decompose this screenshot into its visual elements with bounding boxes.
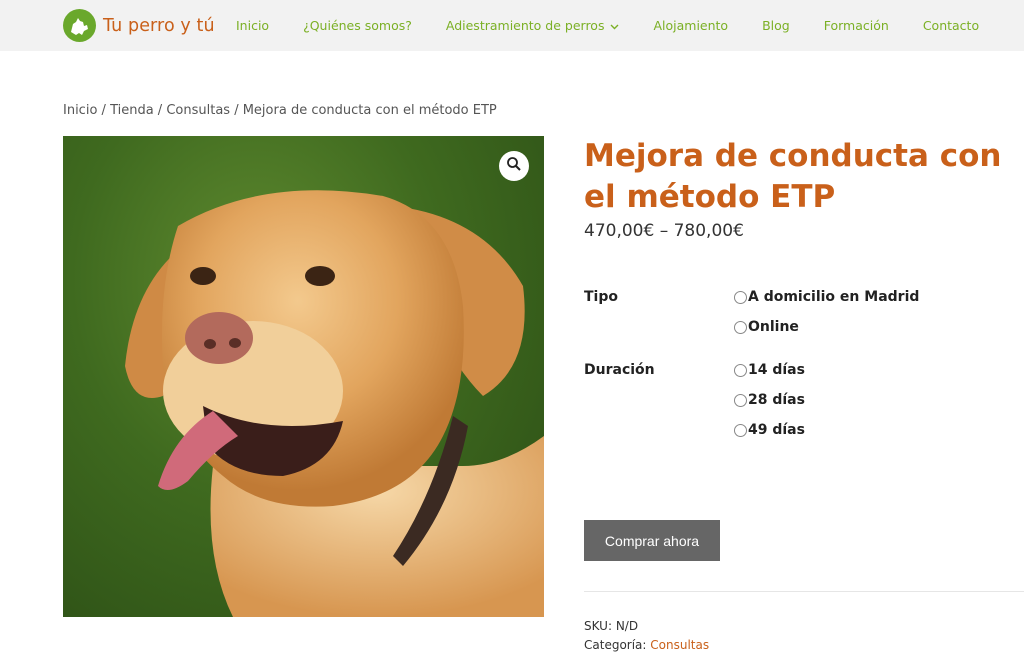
radio-button[interactable]	[734, 363, 747, 377]
magnifier-icon	[506, 156, 522, 176]
radio-option-label: A domicilio en Madrid	[748, 289, 920, 305]
breadcrumb-separator: /	[97, 103, 111, 118]
nav-item-formacion[interactable]: Formación	[824, 18, 889, 33]
nav-item-contacto[interactable]: Contacto	[923, 18, 979, 33]
zoom-button[interactable]	[499, 151, 529, 181]
radio-option-label: Online	[748, 319, 799, 335]
nav-item-alojamiento[interactable]: Alojamiento	[653, 18, 728, 33]
buy-now-button[interactable]: Comprar ahora	[584, 520, 720, 561]
nav-item-inicio[interactable]: Inicio	[236, 18, 269, 33]
radio-option-label: 14 días	[748, 362, 805, 378]
radio-button[interactable]	[734, 320, 747, 334]
product-category: Categoría: Consultas	[584, 638, 709, 652]
labrador-dog-photo	[125, 190, 544, 617]
radio-button[interactable]	[734, 393, 747, 407]
variation-label-tipo: Tipo	[584, 289, 618, 305]
nav-item-blog[interactable]: Blog	[762, 18, 790, 33]
site-logo[interactable]: Tu perro y tú	[63, 9, 215, 42]
radio-button[interactable]	[734, 423, 747, 437]
breadcrumb-current: Mejora de conducta con el método ETP	[242, 103, 497, 118]
breadcrumb-separator: /	[153, 103, 167, 118]
product-image[interactable]	[63, 136, 544, 617]
breadcrumb-link-tienda[interactable]: Tienda	[110, 103, 154, 118]
nav-item-adiestramiento[interactable]: Adiestramiento de perros	[446, 18, 620, 33]
category-link[interactable]: Consultas	[650, 638, 709, 652]
main-nav: Inicio ¿Quiénes somos? Adiestramiento de…	[236, 18, 1013, 33]
site-title[interactable]: Tu perro y tú	[103, 16, 215, 36]
category-label: Categoría:	[584, 638, 647, 652]
site-header: Tu perro y tú Inicio ¿Quiénes somos? Adi…	[0, 0, 1024, 51]
breadcrumb-link-consultas[interactable]: Consultas	[166, 103, 230, 118]
chevron-down-icon	[610, 18, 619, 33]
radio-option-label: 28 días	[748, 392, 805, 408]
breadcrumb: Inicio / Tienda / Consultas / Mejora de …	[63, 103, 497, 118]
nav-item-label: Adiestramiento de perros	[445, 18, 605, 33]
radio-option-28-dias[interactable]: 28 días	[734, 392, 805, 408]
radio-option-49-dias[interactable]: 49 días	[734, 422, 805, 438]
radio-option-14-dias[interactable]: 14 días	[734, 362, 805, 378]
variation-label-duracion: Duración	[584, 362, 655, 378]
product-title: Mejora de conducta con el método ETP	[584, 138, 1002, 215]
sku-label: SKU:	[584, 619, 612, 633]
product-price: 470,00€ – 780,00€	[584, 221, 744, 241]
radio-option-domicilio[interactable]: A domicilio en Madrid	[734, 289, 919, 305]
breadcrumb-link-inicio[interactable]: Inicio	[63, 103, 97, 118]
product-sku: SKU: N/D	[584, 619, 638, 633]
sku-value: N/D	[615, 619, 639, 633]
radio-option-online[interactable]: Online	[734, 319, 799, 335]
radio-button[interactable]	[734, 290, 747, 304]
dog-silhouette-icon	[63, 9, 96, 42]
radio-option-label: 49 días	[748, 422, 805, 438]
nav-item-quienes-somos[interactable]: ¿Quiénes somos?	[303, 18, 412, 33]
breadcrumb-separator: /	[230, 103, 243, 118]
divider	[584, 591, 1024, 592]
